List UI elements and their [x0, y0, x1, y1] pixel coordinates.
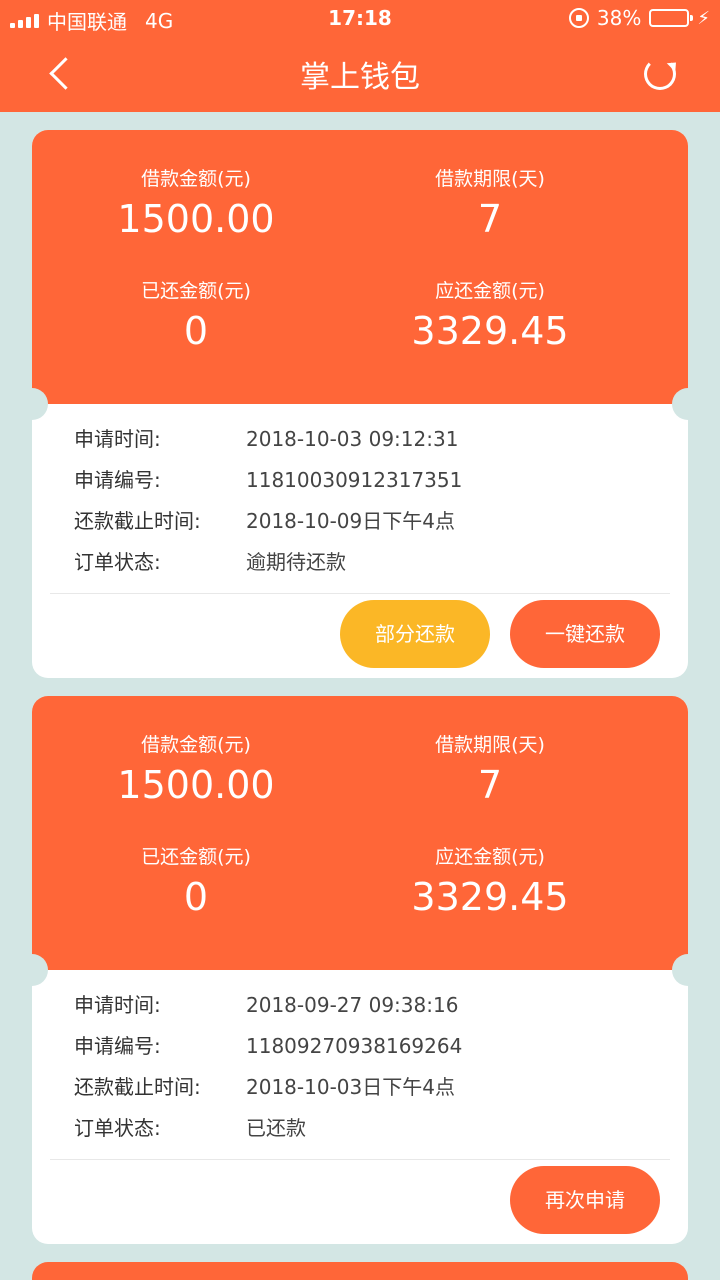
due-amount-cell: 应还金额(元) 3329.45: [326, 276, 654, 353]
loan-term-label: 借款期限(天): [435, 734, 545, 756]
reapply-button[interactable]: 再次申请: [510, 1166, 660, 1234]
deadline-value: 2018-10-03日下午4点: [246, 1075, 455, 1099]
detail-row: 申请时间: 2018-10-03 09:12:31: [74, 428, 688, 469]
repaid-amount-label: 已还金额(元): [141, 280, 251, 302]
deadline-value: 2018-10-09日下午4点: [246, 509, 455, 533]
repaid-amount-label: 已还金额(元): [141, 846, 251, 868]
full-repay-button[interactable]: 一键还款: [510, 600, 660, 668]
detail-row: 订单状态: 逾期待还款: [74, 551, 688, 592]
nav-bar: 掌上钱包: [0, 36, 720, 112]
loan-amount-cell: 借款金额(元) 1500.00: [32, 164, 360, 241]
refresh-icon[interactable]: [644, 58, 676, 90]
order-status-label: 订单状态:: [74, 1116, 161, 1140]
due-amount-cell: 应还金额(元) 3329.45: [326, 842, 654, 919]
loan-amount-value: 1500.00: [117, 763, 275, 807]
loan-amount-label: 借款金额(元): [141, 168, 251, 190]
detail-row: 申请编号: 11810030912317351: [74, 469, 688, 510]
order-status-value: 已还款: [246, 1116, 306, 1140]
detail-row: 申请编号: 11809270938169264: [74, 1035, 688, 1076]
due-amount-value: 3329.45: [411, 309, 569, 353]
header: 中国联通 4G 17:18 38% ⚡ 掌上钱包: [0, 0, 720, 112]
order-card-partial: [32, 1262, 688, 1280]
order-card: 借款金额(元) 1500.00 借款期限(天) 7 已还金额(元) 0 应还金额…: [16, 696, 704, 1244]
repaid-amount-value: 0: [183, 309, 209, 353]
repaid-amount-cell: 已还金额(元) 0: [32, 842, 360, 919]
detail-row: 订单状态: 已还款: [74, 1117, 688, 1158]
status-bar: 中国联通 4G 17:18 38% ⚡: [0, 0, 720, 36]
due-amount-label: 应还金额(元): [435, 846, 545, 868]
loan-amount-label: 借款金额(元): [141, 734, 251, 756]
apply-no-value: 11809270938169264: [246, 1034, 463, 1058]
deadline-label: 还款截止时间:: [74, 1075, 201, 1099]
loan-amount-cell: 借款金额(元) 1500.00: [32, 730, 360, 807]
order-actions: 部分还款 一键还款: [32, 594, 688, 678]
order-summary: 借款金额(元) 1500.00 借款期限(天) 7 已还金额(元) 0 应还金额…: [16, 130, 704, 420]
order-status-label: 订单状态:: [74, 550, 161, 574]
loan-term-label: 借款期限(天): [435, 168, 545, 190]
loan-term-cell: 借款期限(天) 7: [326, 164, 654, 241]
battery-percent: 38%: [596, 6, 642, 30]
page-title: 掌上钱包: [300, 60, 420, 95]
apply-no-label: 申请编号:: [74, 468, 161, 492]
apply-no-value: 11810030912317351: [246, 468, 463, 492]
charging-icon: ⚡: [697, 7, 710, 29]
apply-time-value: 2018-09-27 09:38:16: [246, 993, 459, 1017]
loan-term-cell: 借款期限(天) 7: [326, 730, 654, 807]
detail-row: 申请时间: 2018-09-27 09:38:16: [74, 994, 688, 1035]
loan-term-value: 7: [477, 763, 503, 807]
order-details: 申请时间: 2018-10-03 09:12:31 申请编号: 11810030…: [32, 404, 688, 594]
due-amount-value: 3329.45: [411, 875, 569, 919]
order-actions: 再次申请: [32, 1160, 688, 1244]
loan-amount-value: 1500.00: [117, 197, 275, 241]
order-card: 借款金额(元) 1500.00 借款期限(天) 7 已还金额(元) 0 应还金额…: [16, 130, 704, 678]
deadline-label: 还款截止时间:: [74, 509, 201, 533]
rotation-lock-icon: [568, 8, 589, 28]
battery-icon: [649, 9, 694, 27]
order-summary: 借款金额(元) 1500.00 借款期限(天) 7 已还金额(元) 0 应还金额…: [16, 696, 704, 986]
loan-term-value: 7: [477, 197, 503, 241]
repaid-amount-cell: 已还金额(元) 0: [32, 276, 360, 353]
detail-row: 还款截止时间: 2018-10-09日下午4点: [74, 510, 688, 551]
detail-row: 还款截止时间: 2018-10-03日下午4点: [74, 1076, 688, 1117]
due-amount-label: 应还金额(元): [435, 280, 545, 302]
order-details: 申请时间: 2018-09-27 09:38:16 申请编号: 11809270…: [32, 970, 688, 1160]
apply-time-label: 申请时间:: [74, 427, 161, 451]
partial-repay-button[interactable]: 部分还款: [340, 600, 490, 668]
apply-time-value: 2018-10-03 09:12:31: [246, 427, 459, 451]
status-right: 38% ⚡: [568, 6, 710, 30]
apply-no-label: 申请编号:: [74, 1034, 161, 1058]
repaid-amount-value: 0: [183, 875, 209, 919]
order-status-value: 逾期待还款: [246, 550, 346, 574]
apply-time-label: 申请时间:: [74, 993, 161, 1017]
